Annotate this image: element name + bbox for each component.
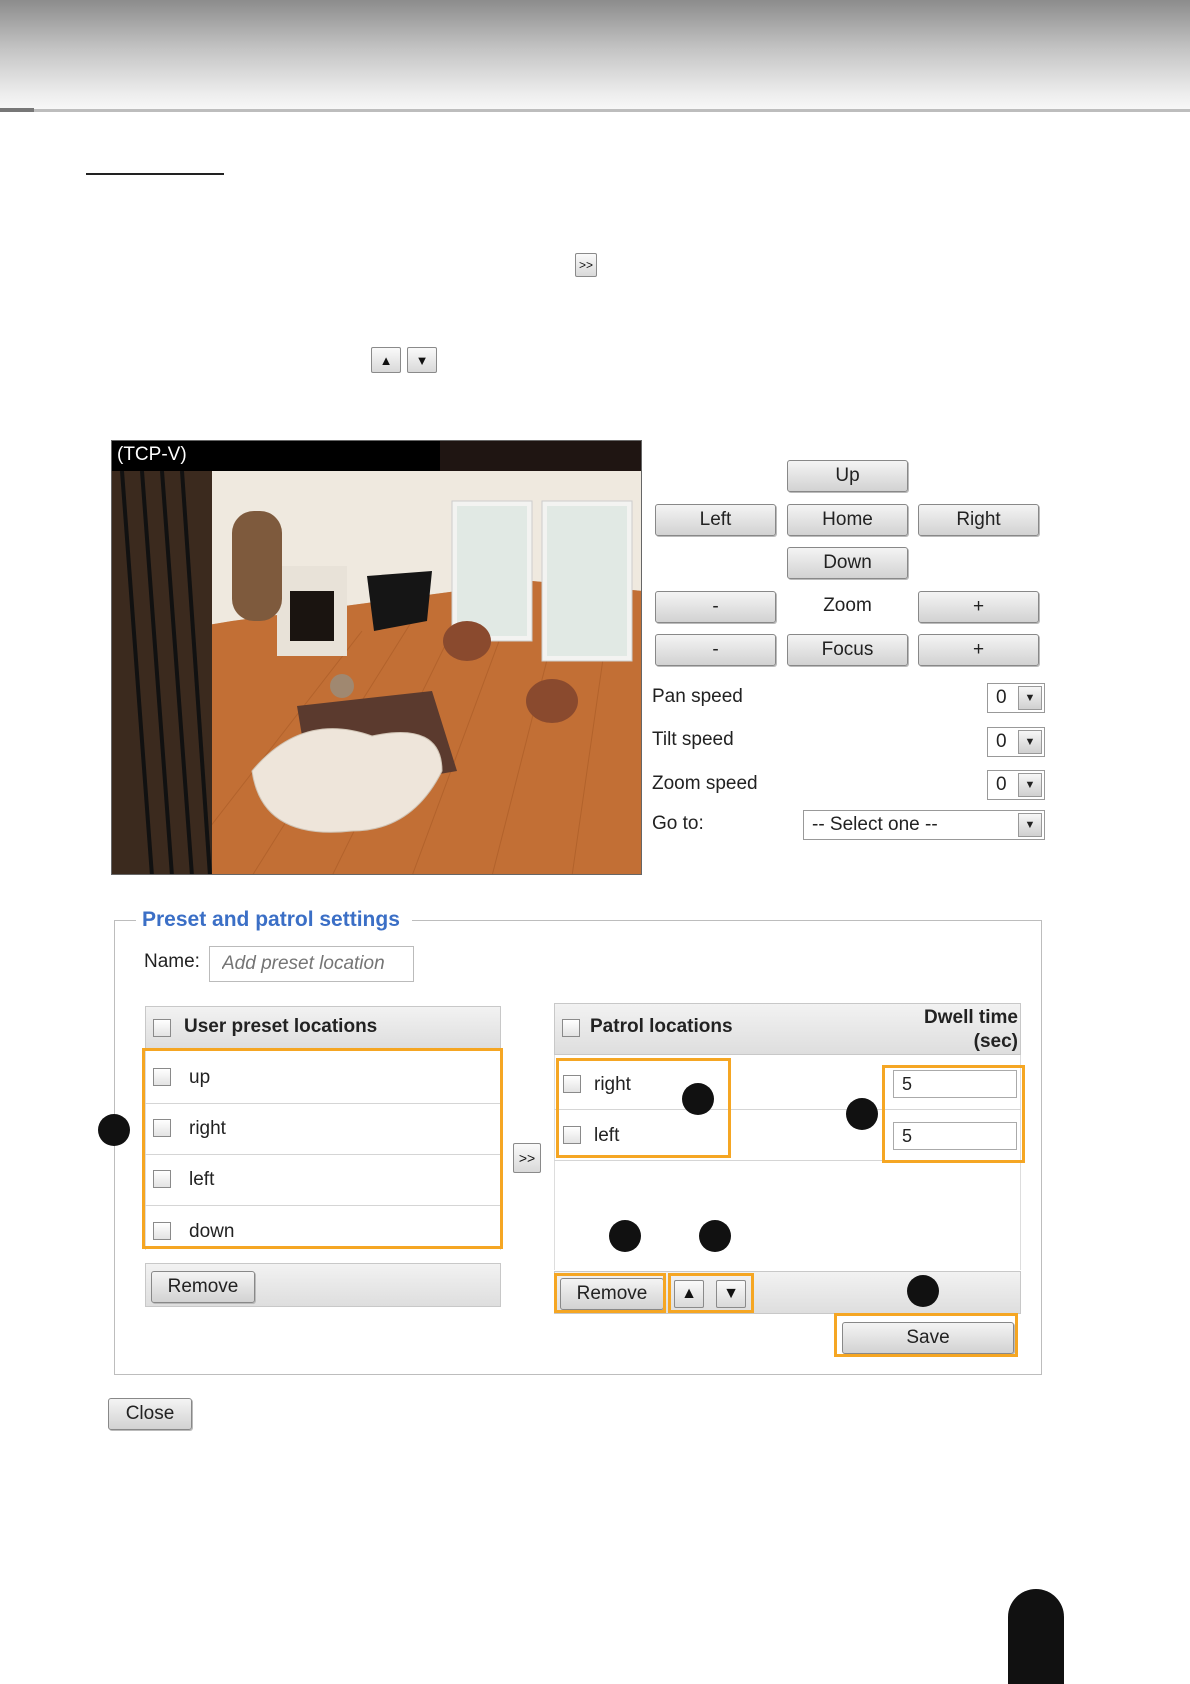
ptz-home-button[interactable]: Home [787,504,908,536]
patrol-header-label: Patrol locations [590,1016,733,1037]
zoom-speed-select[interactable]: 0 ▼ [987,770,1045,800]
goto-label: Go to: [652,813,704,834]
tilt-speed-select[interactable]: 0 ▼ [987,727,1045,757]
callout-marker [907,1275,939,1307]
preset-patrol-legend: Preset and patrol settings [136,908,412,932]
tilt-speed-value: 0 [996,731,1007,752]
chevron-down-icon: ▼ [1018,686,1042,710]
chevron-down-icon: ▼ [1018,730,1042,754]
goto-selected-value: -- Select one -- [812,814,938,835]
add-to-patrol-button[interactable]: >> [513,1143,541,1173]
zoom-speed-label: Zoom speed [652,773,758,794]
user-preset-highlight [142,1048,503,1249]
dwell-time-header: Dwell time (sec) [900,1006,1018,1054]
focus-near-button[interactable]: - [655,634,776,666]
page-header-band [0,0,1190,112]
remove-preset-button[interactable]: Remove [151,1271,255,1303]
callout-marker [609,1220,641,1252]
zoom-speed-value: 0 [996,774,1007,795]
patrol-select-all-checkbox[interactable] [562,1019,580,1037]
zoom-in-button[interactable]: + [918,591,1039,623]
preset-name-label: Name: [144,951,200,972]
close-button[interactable]: Close [108,1398,192,1430]
section-title-underline [86,173,224,175]
remove-patrol-highlight [554,1273,666,1313]
add-to-patrol-example-button[interactable]: >> [575,253,597,277]
ptz-left-button[interactable]: Left [655,504,776,536]
tilt-speed-label: Tilt speed [652,729,734,750]
callout-marker [98,1114,130,1146]
header-tab-mark [0,108,34,112]
callout-marker [846,1098,878,1130]
video-title-bar-right [440,441,641,471]
ptz-right-button[interactable]: Right [918,504,1039,536]
zoom-label: Zoom [823,595,872,616]
live-video-viewer[interactable]: (TCP-V) [111,440,642,875]
dwell-time-header-line2: (sec) [973,1031,1018,1052]
chevron-down-icon: ▼ [1018,813,1042,837]
dwell-time-highlight [882,1065,1025,1163]
pan-speed-label: Pan speed [652,686,743,707]
callout-marker [699,1220,731,1252]
reorder-highlight [668,1273,754,1313]
user-preset-select-all-checkbox[interactable] [153,1019,171,1037]
preset-name-input[interactable] [209,946,414,982]
user-preset-header-label: User preset locations [184,1016,378,1037]
ptz-up-button[interactable]: Up [787,460,908,492]
chevron-down-icon: ▼ [1018,773,1042,797]
zoom-out-button[interactable]: - [655,591,776,623]
callout-marker [682,1083,714,1115]
dwell-time-header-line1: Dwell time [924,1007,1018,1028]
pan-speed-select[interactable]: 0 ▼ [987,683,1045,713]
pan-speed-value: 0 [996,687,1007,708]
focus-far-button[interactable]: + [918,634,1039,666]
goto-preset-select[interactable]: -- Select one -- ▼ [803,810,1045,840]
move-down-example-button[interactable]: ▼ [407,347,437,373]
camera-view-image [112,471,641,874]
ptz-down-button[interactable]: Down [787,547,908,579]
save-highlight [834,1313,1018,1357]
move-up-example-button[interactable]: ▲ [371,347,401,373]
page-number-tab [1008,1589,1064,1684]
focus-auto-button[interactable]: Focus [787,634,908,666]
